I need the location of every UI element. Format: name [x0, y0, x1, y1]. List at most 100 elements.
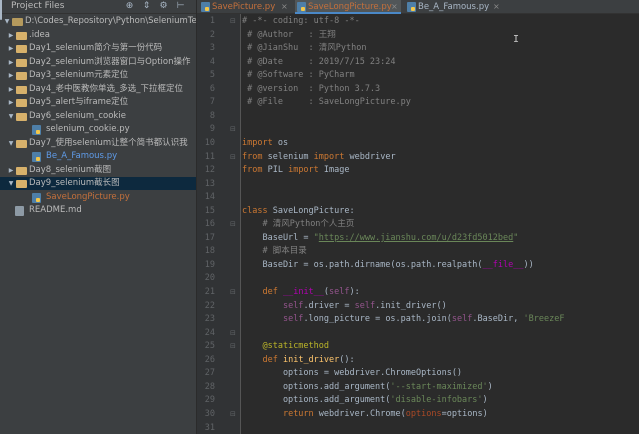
tree-item[interactable]: README.md: [0, 204, 196, 217]
line-number: 21: [204, 287, 215, 297]
tree-item[interactable]: ▼ D:\Codes_Repository\Python\SeleniumTe: [0, 15, 196, 28]
tree-item[interactable]: ▶ Day5_alert与iframe定位: [0, 96, 196, 109]
code-token: def: [262, 287, 278, 297]
code-token: from: [242, 165, 263, 176]
tree-item[interactable]: ▶ .idea: [0, 29, 196, 42]
fold-marker-icon[interactable]: ⊟: [230, 408, 237, 421]
code-token: https://www.jianshu.com/u/d23fd5012bed: [318, 232, 514, 243]
python-file-icon: [32, 152, 41, 162]
markdown-file-icon: [15, 206, 24, 216]
code-token: init_driver: [282, 354, 340, 365]
code-token: return: [282, 408, 314, 419]
code-line: BaseDir = os.path.dirname(os.path.realpa…: [242, 259, 533, 272]
tree-item[interactable]: ▶ Day1_selenium简介与第一份代码: [0, 42, 196, 55]
folder-icon: [16, 139, 27, 148]
code-line: def __init__(self):: [242, 286, 360, 299]
python-file-icon: [201, 2, 210, 12]
globe-icon[interactable]: ⊕: [124, 1, 135, 12]
folder-icon: [16, 99, 27, 107]
tree-item[interactable]: ▼ Day7_使用selenium让整个简书都认识我: [0, 137, 196, 150]
line-number: 22: [204, 300, 215, 311]
collapsed-arrow-icon[interactable]: ▶: [7, 29, 15, 42]
editor-tab-bar: SavePicture.py × SaveLongPicture.py × Be_A_F…: [197, 0, 639, 14]
code-line: options.add_argument('disable-infobars'): [242, 394, 488, 407]
fold-marker-icon[interactable]: ⊟: [230, 340, 237, 353]
code-token: @staticmethod: [262, 341, 330, 352]
collapsed-arrow-icon[interactable]: ▶: [7, 56, 15, 69]
collapsed-arrow-icon[interactable]: ▶: [7, 164, 15, 177]
code-token: ):: [349, 287, 360, 297]
code-token: import: [313, 151, 345, 162]
tree-item[interactable]: ▶ Day3_selenium元素定位: [0, 69, 196, 82]
line-number: 28: [204, 381, 215, 392]
tree-item-label: Day5_alert与iframe定位: [29, 97, 129, 107]
code-line: # @Software : PyCharm: [242, 69, 354, 82]
line-number: 20: [204, 273, 215, 284]
editor-tab[interactable]: Be_A_Famous.py ×: [405, 0, 503, 14]
code-token: self: [354, 300, 376, 311]
code-token: # @Author : 王翔: [242, 29, 336, 40]
collapsed-arrow-icon[interactable]: ▶: [7, 96, 15, 109]
line-number: 14: [204, 192, 215, 203]
tree-item-label: Day4_老中医教你单选_多选_下拉框定位: [29, 83, 183, 94]
collapsed-arrow-icon[interactable]: ▶: [7, 42, 15, 55]
close-tab-icon[interactable]: ×: [281, 0, 288, 14]
tree-item-label: Day9_selenium截长图: [29, 178, 120, 188]
close-tab-icon[interactable]: ×: [391, 0, 398, 14]
project-panel-title[interactable]: Project Files: [11, 0, 64, 13]
fold-marker-icon[interactable]: ⊟: [230, 218, 237, 231]
code-line: # @JianShu : 清风Python: [242, 42, 366, 55]
fold-marker-icon[interactable]: ⊟: [230, 286, 237, 299]
code-token: __init__: [282, 287, 324, 297]
line-number: 15: [204, 205, 215, 216]
code-editor[interactable]: I # -*- coding: utf-8 -*- # @Author : 王翔…: [242, 14, 639, 434]
code-token: Image: [318, 165, 350, 176]
python-file-icon: [297, 2, 306, 12]
tree-item[interactable]: selenium_cookie.py: [0, 123, 196, 136]
code-token: # @JianShu : 清风Python: [242, 43, 367, 54]
code-line: self.driver = self.init_driver(): [242, 300, 447, 313]
expanded-arrow-icon[interactable]: ▼: [3, 15, 11, 28]
expanded-arrow-icon[interactable]: ▼: [7, 137, 15, 150]
tree-item[interactable]: SaveLongPicture.py: [0, 191, 196, 204]
tree-item[interactable]: ▶ Day2_selenium浏览器窗口与Option操作: [0, 56, 196, 69]
collapsed-arrow-icon[interactable]: ▶: [7, 69, 15, 82]
tree-item[interactable]: ▼ Day6_selenium_cookie: [0, 110, 196, 123]
hide-icon[interactable]: ⊢: [175, 1, 186, 12]
line-number: 27: [204, 368, 215, 379]
tree-item-label: Day3_selenium元素定位: [29, 70, 129, 80]
line-number: 16: [204, 219, 215, 230]
fold-marker-icon[interactable]: ⊟: [230, 327, 237, 340]
expanded-arrow-icon[interactable]: ▼: [7, 177, 15, 190]
folder-icon: [16, 58, 27, 67]
line-number: 8: [209, 110, 215, 121]
line-number: 23: [204, 314, 215, 325]
tree-item[interactable]: ▼ Day9_selenium截长图: [0, 177, 196, 190]
close-tab-icon[interactable]: ×: [493, 0, 500, 14]
editor-tab[interactable]: SavePicture.py ×: [199, 0, 291, 14]
fold-marker-icon[interactable]: ⊟: [230, 151, 237, 164]
code-token: os: [272, 137, 289, 148]
collapsed-arrow-icon[interactable]: ▶: [7, 83, 15, 96]
folder-icon: [12, 18, 23, 26]
code-line: # @Date : 2019/7/15 23:24: [242, 56, 395, 69]
fold-marker-icon[interactable]: ⊟: [230, 123, 237, 136]
tree-item[interactable]: ▶ Day8_selenium截图: [0, 164, 196, 177]
folder-icon: [16, 180, 27, 188]
python-file-icon: [407, 2, 416, 12]
gear-icon[interactable]: ⚙: [158, 1, 169, 12]
tab-label: SavePicture.py: [212, 2, 276, 12]
line-number: 4: [209, 56, 215, 67]
editor-tab[interactable]: SaveLongPicture.py ×: [295, 0, 401, 14]
expanded-arrow-icon[interactable]: ▼: [7, 110, 15, 123]
fold-marker-icon[interactable]: ⊟: [230, 15, 237, 28]
tab-label: Be_A_Famous.py: [418, 2, 490, 12]
tree-item[interactable]: ▶ Day4_老中医教你单选_多选_下拉框定位: [0, 83, 196, 96]
code-token: from: [242, 151, 263, 162]
tree-item[interactable]: Be_A_Famous.py: [0, 150, 196, 163]
folder-icon: [16, 112, 27, 121]
split-icon[interactable]: ⇕: [141, 1, 152, 12]
